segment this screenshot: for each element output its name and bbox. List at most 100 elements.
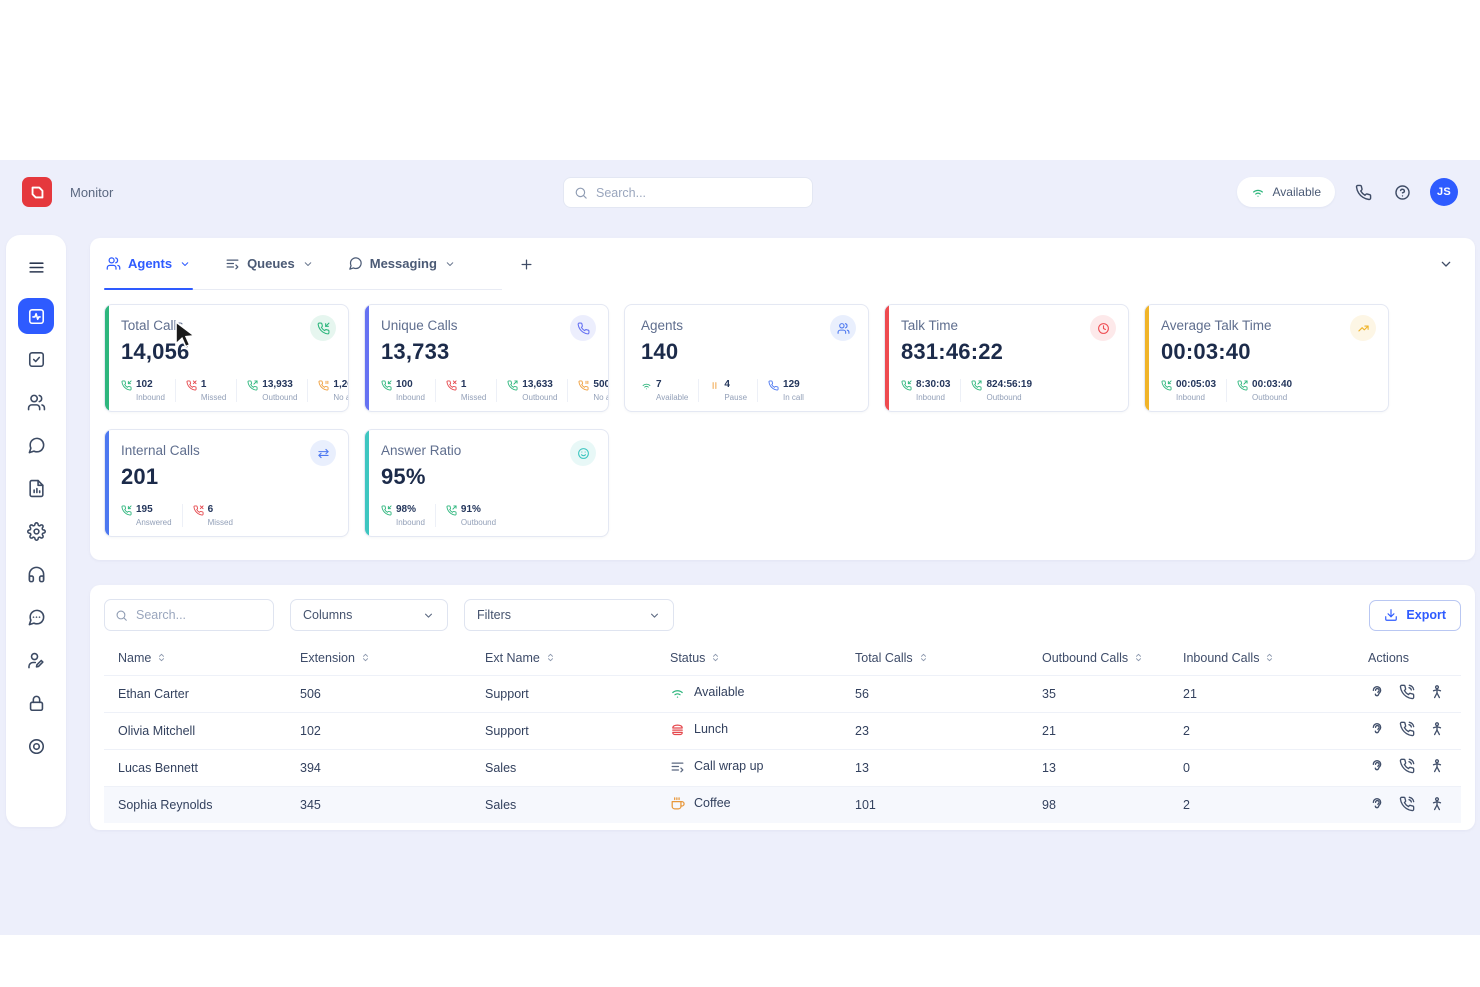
table-row-olivia-mitchell[interactable]: Olivia Mitchell102SupportLunch23212 — [104, 712, 1461, 749]
user-avatar[interactable]: JS — [1430, 178, 1458, 206]
tab-queues[interactable]: Queues — [223, 238, 316, 289]
col-header-extension[interactable]: Extension — [286, 641, 471, 675]
call-button[interactable] — [1398, 795, 1415, 812]
export-button[interactable]: Export — [1369, 600, 1461, 631]
stat-value: 95% — [381, 464, 596, 490]
table-search[interactable] — [104, 599, 274, 631]
cell-ext-name: Sales — [471, 749, 656, 786]
phone-missed-icon — [193, 505, 204, 516]
cell-outbound-calls: 21 — [1028, 712, 1169, 749]
user-edit-icon — [27, 651, 46, 670]
cell-inbound-calls: 21 — [1169, 675, 1354, 712]
phone-outgoing-icon — [446, 505, 457, 516]
sort-icon[interactable] — [710, 652, 721, 663]
stat-no-answer: 500No answer — [567, 379, 609, 402]
call-button[interactable] — [1398, 758, 1415, 775]
search-icon — [574, 186, 588, 200]
col-header-status[interactable]: Status — [656, 641, 841, 675]
chart-line-icon — [1350, 315, 1376, 341]
menu-icon — [27, 258, 46, 277]
chevron-down-icon — [179, 258, 191, 270]
sort-icon[interactable] — [1264, 652, 1275, 663]
stat-card-agents: Agents1407Available4Pause129In call — [624, 304, 869, 412]
col-header-name[interactable]: Name — [104, 641, 286, 675]
table-search-input[interactable] — [136, 608, 263, 622]
col-header-inbound-calls[interactable]: Inbound Calls — [1169, 641, 1354, 675]
col-header-ext-name[interactable]: Ext Name — [471, 641, 656, 675]
listen-icon — [1369, 721, 1385, 737]
global-search-input[interactable] — [596, 186, 802, 200]
filters-dropdown[interactable]: Filters — [464, 599, 674, 631]
call-button[interactable] — [1398, 721, 1415, 738]
sidebar-item-user-edit[interactable] — [18, 642, 54, 678]
app-logo[interactable] — [22, 177, 52, 207]
check-square-icon — [27, 350, 46, 369]
sort-icon[interactable] — [918, 652, 929, 663]
sidebar-item-chat[interactable] — [18, 427, 54, 463]
smiley-icon — [570, 440, 596, 466]
sort-icon[interactable] — [360, 652, 371, 663]
availability-pill[interactable]: Available — [1237, 177, 1335, 207]
stat-answered: 195Answered — [121, 504, 182, 527]
columns-dropdown[interactable]: Columns — [290, 599, 448, 631]
phone-button[interactable] — [1352, 181, 1374, 203]
sidebar-item-check-square[interactable] — [18, 341, 54, 377]
sidebar-item-chat-dots[interactable] — [18, 599, 54, 635]
stat-missed: 6Missed — [182, 504, 243, 527]
listen-button[interactable] — [1368, 684, 1385, 701]
call-icon — [1399, 684, 1415, 700]
phone-paused-icon — [578, 380, 589, 391]
chevron-down-icon — [444, 258, 456, 270]
stat-value: 14,056 — [121, 339, 336, 365]
global-search[interactable] — [563, 177, 813, 208]
topbar-right: Available JS — [1237, 177, 1458, 207]
help-icon — [1394, 184, 1411, 201]
pause-icon — [709, 380, 720, 391]
barge-button[interactable] — [1428, 721, 1445, 738]
stat-card-answer-ratio: Answer Ratio95%98%Inbound91%Outbound — [364, 429, 609, 537]
table-row-sophia-reynolds[interactable]: Sophia Reynolds345SalesCoffee101982 — [104, 786, 1461, 823]
listen-button[interactable] — [1368, 721, 1385, 738]
listen-button[interactable] — [1368, 795, 1385, 812]
help-button[interactable] — [1391, 181, 1413, 203]
sidebar-item-gear[interactable] — [18, 513, 54, 549]
cell-inbound-calls: 2 — [1169, 712, 1354, 749]
sort-icon[interactable] — [156, 652, 167, 663]
call-button[interactable] — [1398, 684, 1415, 701]
agents-table-panel: Columns Filters Export NameExtensionExt — [90, 585, 1475, 830]
coffee-icon — [670, 796, 685, 811]
sidebar-item-lock[interactable] — [18, 685, 54, 721]
barge-button[interactable] — [1428, 795, 1445, 812]
stat-grid: Total Calls14,056102Inbound1Missed13,933… — [90, 290, 1475, 537]
col-header-total-calls[interactable]: Total Calls — [841, 641, 1028, 675]
sidebar-item-users[interactable] — [18, 384, 54, 420]
chevron-down-icon — [422, 609, 435, 622]
barge-button[interactable] — [1428, 684, 1445, 701]
call-icon — [1399, 721, 1415, 737]
collapse-panel-button[interactable] — [1433, 251, 1459, 277]
sidebar-item-report[interactable] — [18, 470, 54, 506]
cell-actions — [1354, 712, 1461, 749]
columns-label: Columns — [303, 608, 352, 622]
sort-icon[interactable] — [545, 652, 556, 663]
add-tab-button[interactable] — [514, 251, 540, 277]
barge-icon — [1429, 721, 1445, 737]
sidebar-item-monitor-activity[interactable] — [18, 298, 54, 334]
col-header-outbound-calls[interactable]: Outbound Calls — [1028, 641, 1169, 675]
menu-toggle[interactable] — [18, 249, 54, 285]
stat-no-answer: 1,269No answer — [307, 379, 349, 402]
stat-inbound: 00:05:03Inbound — [1161, 379, 1226, 402]
listen-icon — [1369, 796, 1385, 812]
table-row-ethan-carter[interactable]: Ethan Carter506SupportAvailable563521 — [104, 675, 1461, 712]
tab-agents[interactable]: Agents — [104, 238, 193, 289]
sidebar — [6, 235, 66, 827]
tab-label: Messaging — [370, 256, 437, 271]
tab-messaging[interactable]: Messaging — [346, 238, 458, 289]
stat-outbound: 13,933Outbound — [236, 379, 307, 402]
table-row-lucas-bennett[interactable]: Lucas Bennett394SalesCall wrap up13130 — [104, 749, 1461, 786]
sort-icon[interactable] — [1133, 652, 1144, 663]
sidebar-item-target[interactable] — [18, 728, 54, 764]
sidebar-item-headset[interactable] — [18, 556, 54, 592]
listen-button[interactable] — [1368, 758, 1385, 775]
barge-button[interactable] — [1428, 758, 1445, 775]
